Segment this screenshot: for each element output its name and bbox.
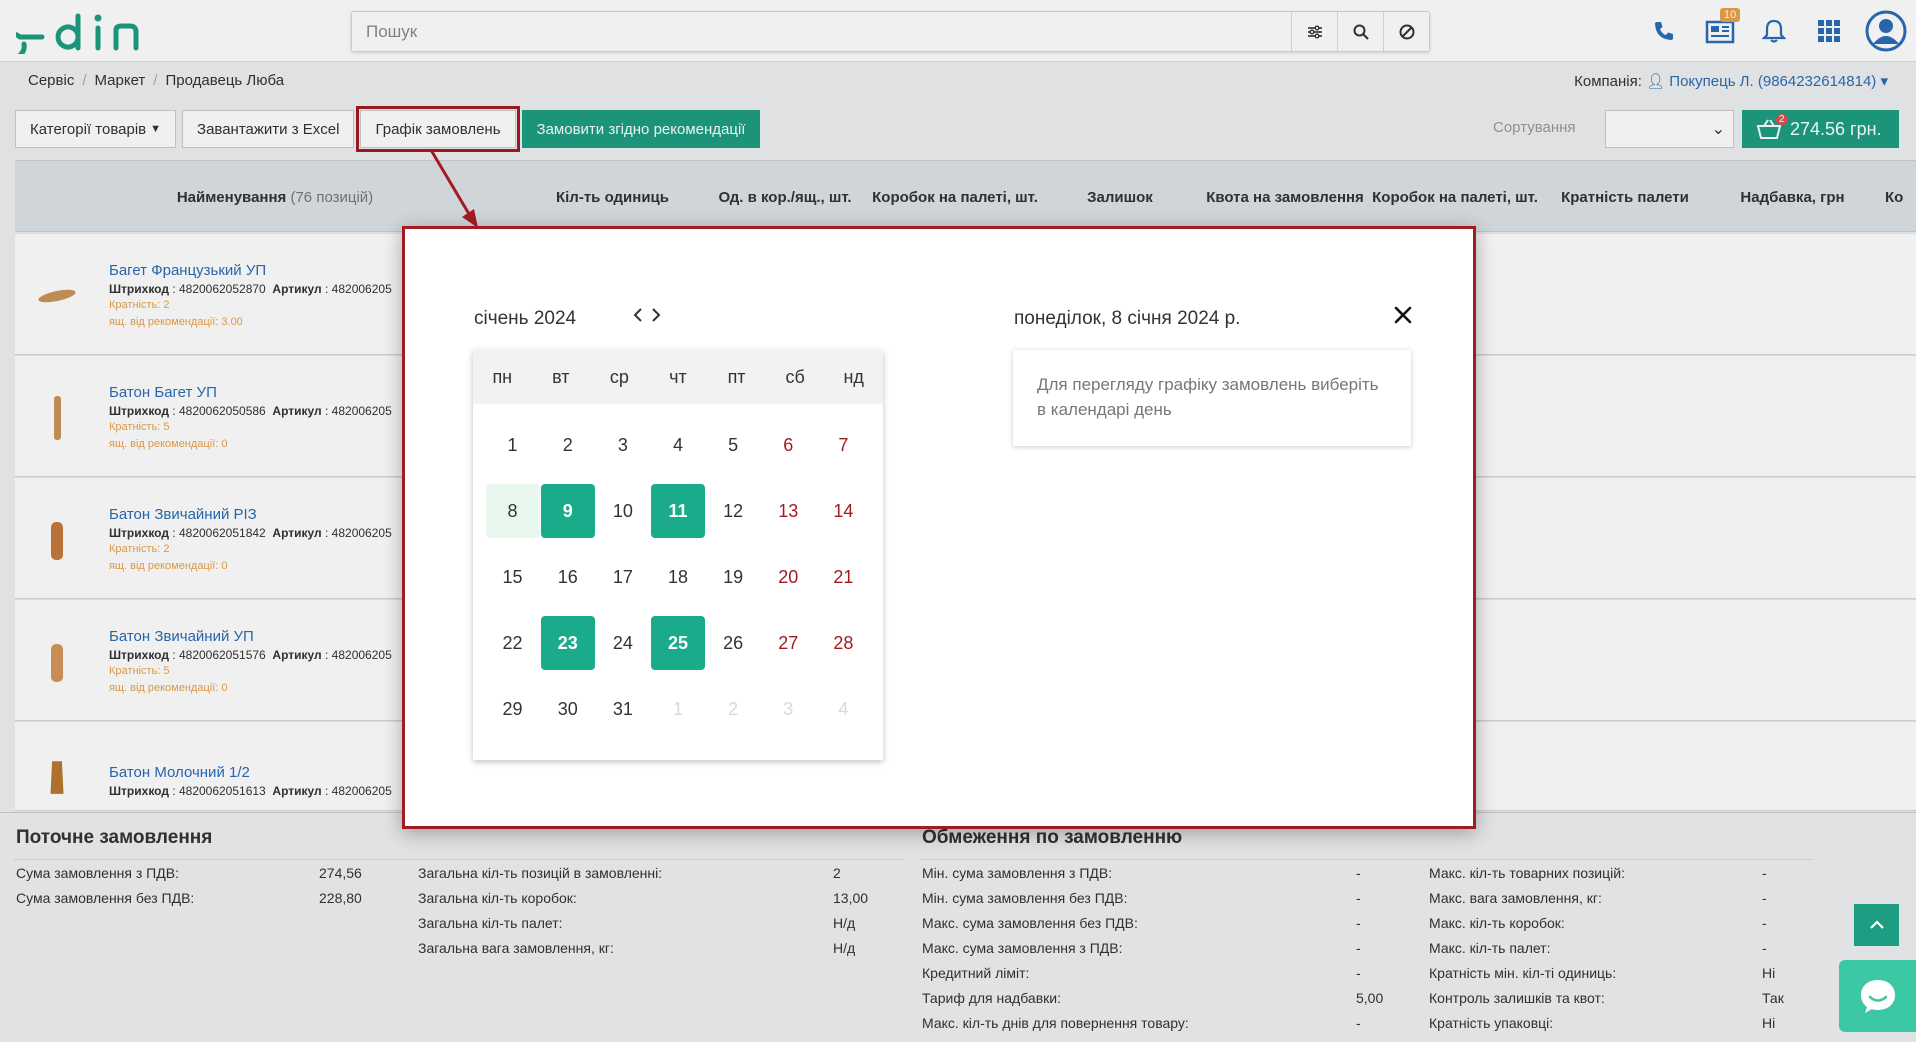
calendar-day[interactable]: 3 bbox=[595, 412, 650, 478]
calendar-day[interactable]: 1 bbox=[485, 412, 540, 478]
calendar-weekdays: пн вт ср чт пт сб нд bbox=[473, 350, 883, 404]
close-icon[interactable] bbox=[1389, 301, 1417, 329]
calendar-day[interactable]: 31 bbox=[595, 676, 650, 742]
calendar-month-title: січень 2024 bbox=[474, 308, 577, 329]
calendar-day[interactable]: 30 bbox=[540, 676, 595, 742]
calendar-day[interactable]: 26 bbox=[706, 610, 761, 676]
calendar-day-order[interactable]: 11 bbox=[650, 478, 705, 544]
chat-icon bbox=[1860, 980, 1895, 1013]
calendar-day[interactable]: 18 bbox=[650, 544, 705, 610]
weekday-label: нд bbox=[843, 366, 864, 387]
weekday-label: пн bbox=[492, 366, 513, 387]
chevron-left-icon[interactable] bbox=[631, 305, 645, 330]
schedule-hint: Для перегляду графіку замовлень виберіть… bbox=[1013, 350, 1411, 446]
calendar-day-next-month: 3 bbox=[783, 698, 794, 719]
calendar-day[interactable]: 24 bbox=[595, 610, 650, 676]
calendar-day[interactable]: 2 bbox=[540, 412, 595, 478]
weekday-label: сб bbox=[785, 366, 805, 387]
calendar-nav bbox=[631, 305, 663, 330]
calendar-day[interactable]: 4 bbox=[650, 412, 705, 478]
calendar-day-next-month: 4 bbox=[838, 698, 849, 719]
calendar-day-weekend[interactable]: 20 bbox=[761, 544, 816, 610]
calendar-day[interactable]: 10 bbox=[595, 478, 650, 544]
weekday-label: пт bbox=[727, 366, 746, 387]
calendar-day[interactable]: 17 bbox=[595, 544, 650, 610]
calendar-day[interactable]: 15 bbox=[485, 544, 540, 610]
calendar-day-selected[interactable]: 8 bbox=[485, 478, 540, 544]
chat-button[interactable] bbox=[1839, 960, 1916, 1032]
calendar-day-weekend[interactable]: 6 bbox=[761, 412, 816, 478]
scroll-to-top-button[interactable] bbox=[1854, 904, 1899, 946]
weekday-label: ср bbox=[609, 366, 629, 387]
calendar: пн вт ср чт пт сб нд 1 2 3 4 5 6 7 8 9 1… bbox=[473, 350, 883, 760]
chevron-up-icon bbox=[1869, 920, 1884, 929]
calendar-day-order[interactable]: 25 bbox=[650, 610, 705, 676]
calendar-day[interactable]: 19 bbox=[706, 544, 761, 610]
calendar-day[interactable]: 5 bbox=[706, 412, 761, 478]
calendar-day[interactable]: 22 bbox=[485, 610, 540, 676]
order-schedule-modal: січень 2024 пн вт ср чт пт сб нд 1 2 3 4… bbox=[402, 226, 1476, 829]
calendar-day-next-month: 1 bbox=[672, 698, 683, 719]
calendar-days: 1 2 3 4 5 6 7 8 9 10 11 12 13 14 15 16 1… bbox=[473, 404, 883, 750]
calendar-day[interactable]: 29 bbox=[485, 676, 540, 742]
calendar-day-weekend[interactable]: 21 bbox=[816, 544, 871, 610]
calendar-day-order[interactable]: 23 bbox=[540, 610, 595, 676]
calendar-day-weekend[interactable]: 14 bbox=[816, 478, 871, 544]
calendar-day-weekend[interactable]: 28 bbox=[816, 610, 871, 676]
selected-date-title: понеділок, 8 січня 2024 р. bbox=[1014, 308, 1241, 329]
weekday-label: вт bbox=[552, 366, 570, 387]
calendar-day-order[interactable]: 9 bbox=[540, 478, 595, 544]
calendar-day[interactable]: 12 bbox=[706, 478, 761, 544]
calendar-day-weekend[interactable]: 13 bbox=[761, 478, 816, 544]
weekday-label: чт bbox=[669, 366, 687, 387]
calendar-day-weekend[interactable]: 7 bbox=[816, 412, 871, 478]
calendar-day[interactable]: 16 bbox=[540, 544, 595, 610]
chevron-right-icon[interactable] bbox=[649, 305, 663, 330]
calendar-day-weekend[interactable]: 27 bbox=[761, 610, 816, 676]
calendar-day-next-month: 2 bbox=[728, 698, 739, 719]
